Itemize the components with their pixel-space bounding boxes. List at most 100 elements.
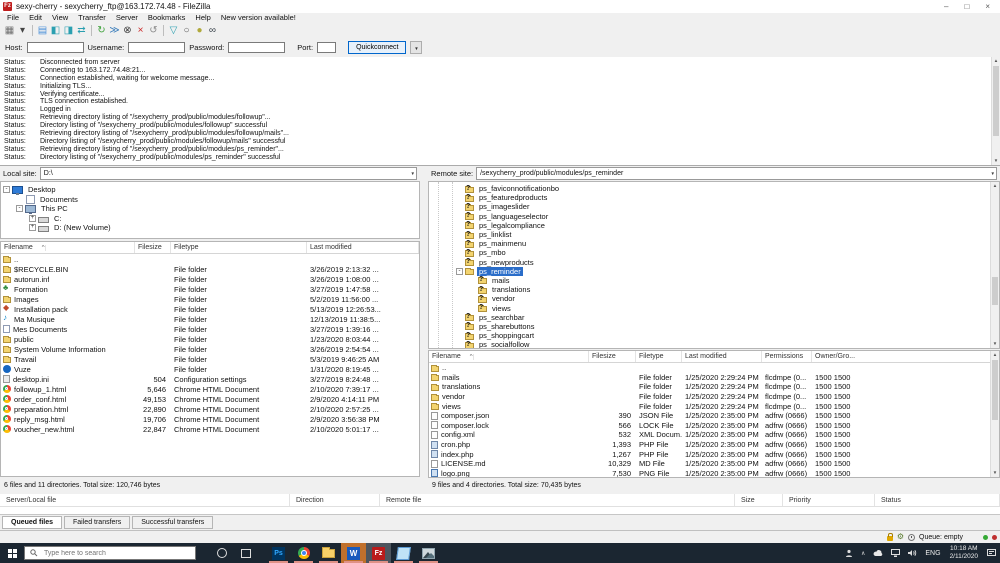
collapse-icon[interactable]: - [3, 186, 10, 194]
network-button[interactable] [887, 543, 904, 563]
taskbar-app-notes[interactable] [391, 543, 416, 563]
scroll-up-icon[interactable]: ▲ [992, 57, 1000, 65]
local-site-combo[interactable]: D:\ ▼ [39, 167, 417, 180]
file-row[interactable]: Mes Documents File folder 3/27/2019 1:39:1… [1, 324, 419, 334]
file-row[interactable]: translations File folder 1/25/2020 2:29:24… [429, 382, 999, 392]
expand-icon[interactable]: + [29, 224, 36, 232]
column-header-server-local-file[interactable]: Server/Local file [0, 494, 290, 506]
collapse-icon[interactable]: - [456, 267, 463, 275]
column-header-last-modified[interactable]: Last modified [307, 242, 419, 253]
column-header-filesize[interactable]: Filesize [589, 351, 636, 362]
taskbar-search[interactable] [24, 546, 196, 560]
column-header-filetype[interactable]: Filetype [171, 242, 307, 253]
file-row[interactable]: reply_msg.html 19,706 Chrome HTML Document… [1, 414, 419, 424]
file-row[interactable]: views File folder 1/25/2020 2:29:24 PM flcd… [429, 401, 999, 411]
tree-item-this-pc[interactable]: - This PC [1, 204, 419, 215]
start-button[interactable] [0, 543, 24, 563]
column-header-filename[interactable]: Filename ^ [1, 242, 135, 253]
log-scrollbar[interactable]: ▲ ▼ [991, 57, 1000, 165]
process-queue-icon[interactable]: ≫ [108, 24, 121, 37]
tree-item-ps-imageslider[interactable]: ps_imageslider [429, 202, 999, 211]
file-row[interactable]: index.php 1,267 PHP File 1/25/2020 2:35:00 … [429, 449, 999, 459]
file-row[interactable]: Installation pack File folder 5/13/2019 12… [1, 304, 419, 314]
column-header-filetype[interactable]: Filetype [636, 351, 682, 362]
menu-item-edit[interactable]: Edit [24, 13, 47, 23]
column-header-status[interactable]: Status [875, 494, 1000, 506]
search-input[interactable] [42, 548, 176, 558]
file-row[interactable]: Vuze File folder 1/31/2020 8:19:45 ... [1, 364, 419, 374]
file-row[interactable]: cron.php 1,393 PHP File 1/25/2020 2:35:00 P… [429, 440, 999, 450]
menu-item-bookmarks[interactable]: Bookmarks [143, 13, 191, 23]
tree-item-c[interactable]: + C: [1, 214, 419, 224]
file-row[interactable]: composer.lock 566 LOCK File 1/25/2020 2:35:… [429, 421, 999, 431]
site-manager-icon[interactable]: ▦ [3, 24, 16, 37]
column-header-last-modified[interactable]: Last modified [682, 351, 762, 362]
file-row[interactable]: composer.json 390 JSON File 1/25/2020 2:35:… [429, 411, 999, 421]
filter-icon[interactable]: ▽ [167, 24, 180, 37]
file-row[interactable]: logo.png 7,530 PNG File 1/25/2020 2:35:00 P… [429, 469, 999, 477]
file-row[interactable]: public File folder 1/23/2020 8:03:44 ... [1, 334, 419, 344]
chevron-down-icon[interactable]: ▼ [411, 168, 415, 179]
file-row[interactable]: System Volume Information File folder 3/26… [1, 344, 419, 354]
tree-item-vendor[interactable]: vendor [429, 294, 999, 303]
tree-item-ps-newproducts[interactable]: ps_newproducts [429, 258, 999, 267]
expand-icon[interactable]: + [29, 214, 36, 222]
cortana-button[interactable] [210, 543, 234, 563]
taskbar-app-chrome[interactable] [291, 543, 316, 563]
toggle-remote-tree-icon[interactable]: ◨ [62, 24, 75, 37]
toggle-log-icon[interactable]: ▤ [36, 24, 49, 37]
quickconnect-button[interactable]: Quickconnect [348, 40, 407, 54]
column-header-filename[interactable]: Filename ^ [429, 351, 589, 362]
column-header-remote-file[interactable]: Remote file [380, 494, 735, 506]
file-row[interactable]: LICENSE.md 10,329 MD File 1/25/2020 2:35:00… [429, 459, 999, 469]
volume-button[interactable] [904, 543, 921, 563]
tree-item-ps-linklist[interactable]: ps_linklist [429, 230, 999, 239]
tree-item-mails[interactable]: mails [429, 276, 999, 285]
file-row[interactable]: $RECYCLE.BIN File folder 3/26/2019 2:13:32… [1, 264, 419, 274]
file-row[interactable]: preparation.html 22,890 Chrome HTML Docume… [1, 404, 419, 414]
taskbar-app-photoshop[interactable]: Ps [266, 543, 291, 563]
chevron-down-icon[interactable]: ▼ [991, 168, 995, 179]
tab-queued-files[interactable]: Queued files [2, 516, 63, 529]
menu-item-new-version-available[interactable]: New version available! [216, 13, 301, 23]
tree-item-documents[interactable]: Documents [1, 194, 419, 205]
column-header-priority[interactable]: Priority [783, 494, 875, 506]
file-row[interactable]: mails File folder 1/25/2020 2:29:24 PM flcd… [429, 373, 999, 383]
task-view-button[interactable] [234, 543, 258, 563]
scroll-up-icon[interactable]: ▲ [991, 351, 999, 359]
refresh-icon[interactable]: ↻ [95, 24, 108, 37]
tray-expand-button[interactable]: ∧ [857, 543, 869, 563]
scrollbar-thumb[interactable] [992, 277, 998, 305]
tab-failed-transfers[interactable]: Failed transfers [64, 516, 131, 529]
action-center-button[interactable] [983, 543, 1000, 563]
onedrive-button[interactable] [869, 543, 887, 563]
close-button[interactable]: × [985, 1, 990, 13]
file-row[interactable]: order_conf.html 49,153 Chrome HTML Documen… [1, 394, 419, 404]
cancel-icon[interactable]: ⊗ [121, 24, 134, 37]
taskbar-app-word[interactable]: W [341, 543, 366, 563]
menu-item-view[interactable]: View [47, 13, 73, 23]
column-header-direction[interactable]: Direction [290, 494, 380, 506]
people-button[interactable] [841, 543, 857, 563]
language-indicator[interactable]: ENG [921, 543, 944, 563]
pane-splitter[interactable] [420, 166, 428, 493]
tree-item-ps-mainmenu[interactable]: ps_mainmenu [429, 239, 999, 248]
password-input[interactable] [228, 41, 286, 53]
tree-item-ps-searchbar[interactable]: ps_searchbar [429, 313, 999, 322]
scroll-down-icon[interactable]: ▼ [991, 469, 999, 477]
file-row[interactable]: Ma Musique File folder 12/13/2019 11:38:5.… [1, 314, 419, 324]
tab-successful-transfers[interactable]: Successful transfers [132, 516, 214, 529]
tree-item-ps-legalcompliance[interactable]: ps_legalcompliance [429, 221, 999, 230]
tree-item-ps-shoppingcart[interactable]: ps_shoppingcart [429, 331, 999, 340]
column-header-filesize[interactable]: Filesize [135, 242, 171, 253]
remote-list-scrollbar[interactable]: ▲ ▼ [990, 351, 999, 477]
tree-item-views[interactable]: views [429, 303, 999, 313]
host-input[interactable] [26, 41, 84, 53]
tree-item-ps-languageselector[interactable]: ps_languageselector [429, 212, 999, 221]
scroll-down-icon[interactable]: ▼ [992, 157, 1000, 165]
tree-item-desktop[interactable]: - Desktop [1, 185, 419, 196]
port-input[interactable] [317, 41, 337, 53]
scrollbar-thumb[interactable] [993, 66, 999, 136]
scroll-down-icon[interactable]: ▼ [991, 340, 999, 348]
site-manager-dropdown-icon[interactable]: ▾ [16, 24, 29, 37]
